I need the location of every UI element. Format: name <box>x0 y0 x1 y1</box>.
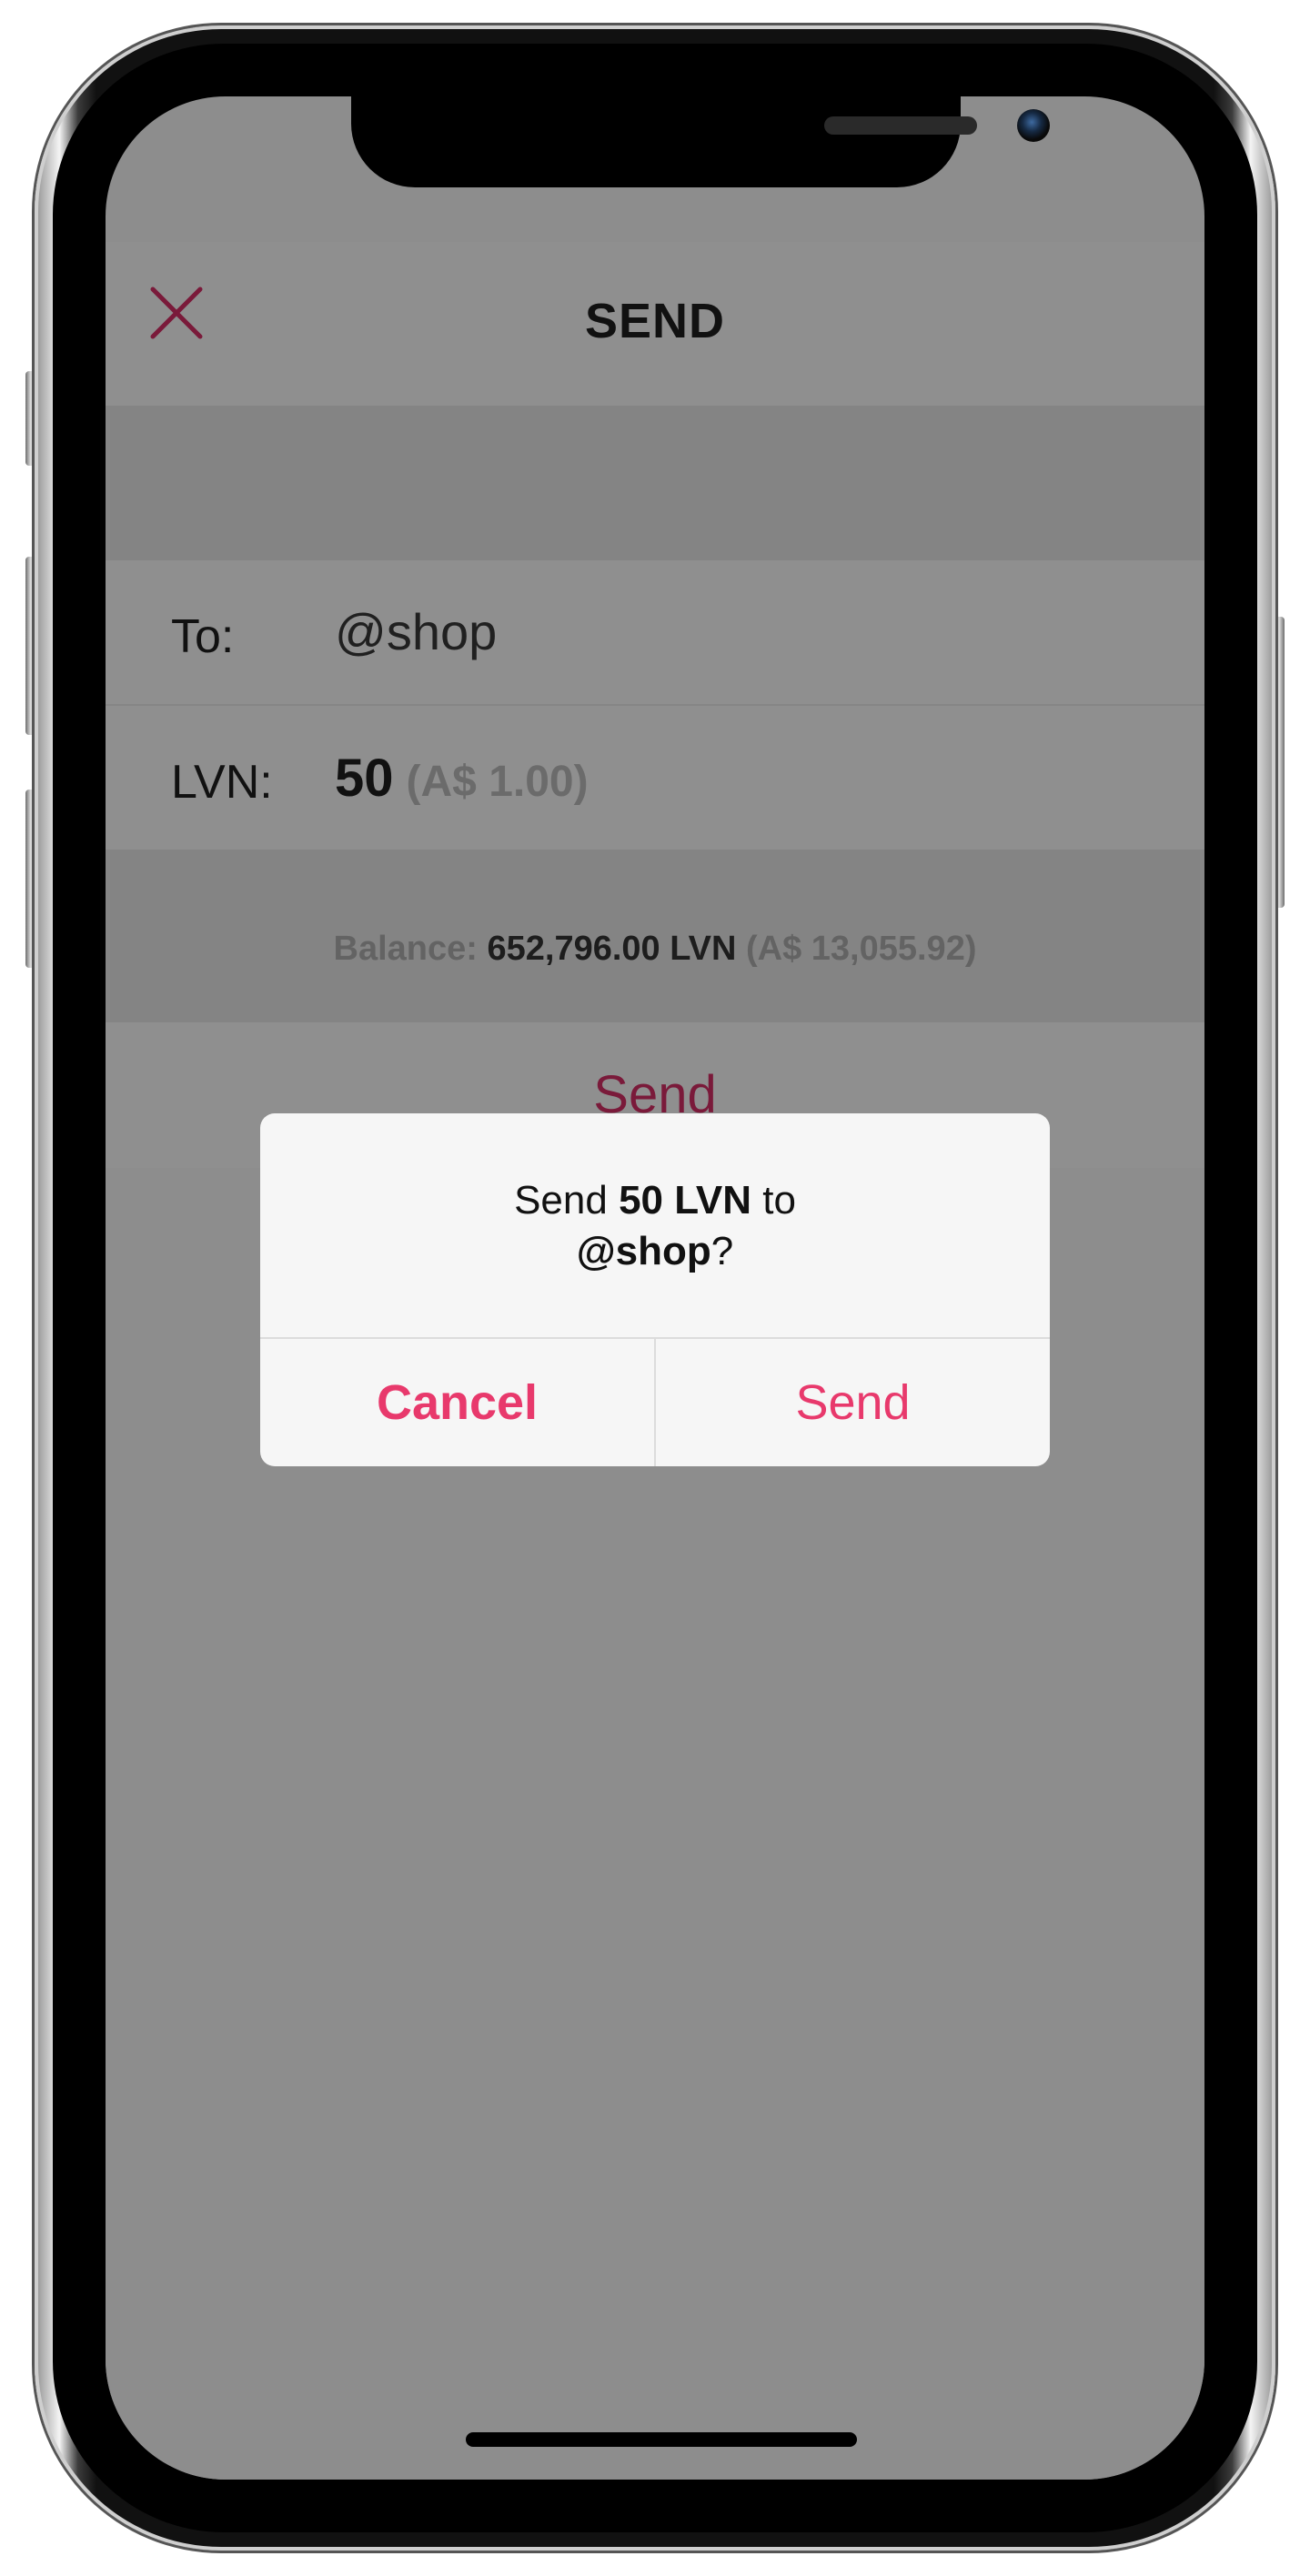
recipient-label: To: <box>171 610 235 663</box>
header-spacer <box>106 406 1204 560</box>
alert-prefix: Send <box>514 1178 608 1223</box>
recipient-field[interactable]: @shop <box>335 602 497 661</box>
page-title: SEND <box>584 294 726 348</box>
balance-amount: 652,796.00 LVN <box>487 930 737 968</box>
alert-middle: to <box>762 1178 796 1223</box>
notch <box>351 96 1050 187</box>
amount-value: 50 <box>335 749 394 808</box>
amount-field[interactable]: 50 (A$ 1.00) <box>335 748 589 809</box>
camera-icon <box>1017 109 1050 142</box>
balance-section: Balance: 652,796.00 LVN (A$ 13,055.92) <box>106 850 1204 1022</box>
confirm-alert: Send 50 LVN to @shop? Cancel Send <box>260 1113 1050 1466</box>
amount-fiat-value: (A$ 1.00) <box>406 758 589 806</box>
alert-cancel-button[interactable]: Cancel <box>260 1339 654 1466</box>
alert-recipient: @shop <box>576 1229 711 1273</box>
amount-row[interactable]: LVN: 50 (A$ 1.00) <box>106 706 1204 850</box>
balance-text: Balance: 652,796.00 LVN (A$ 13,055.92) <box>106 930 1204 969</box>
alert-message: Send 50 LVN to @shop? <box>297 1175 1013 1277</box>
recipient-row[interactable]: To: @shop <box>106 560 1204 704</box>
balance-label: Balance: <box>333 930 478 968</box>
speaker-grille <box>824 116 977 135</box>
home-indicator[interactable] <box>466 2432 857 2447</box>
navigation-bar: SEND <box>106 242 1204 406</box>
screen: SEND To: @shop LVN: 50 (A$ 1.00) Balance:… <box>106 96 1204 2480</box>
amount-label: LVN: <box>171 756 273 809</box>
device-mockup: SEND To: @shop LVN: 50 (A$ 1.00) Balance:… <box>0 0 1310 2576</box>
balance-fiat: (A$ 13,055.92) <box>745 930 977 968</box>
alert-send-button[interactable]: Send <box>656 1339 1050 1466</box>
alert-amount: 50 LVN <box>619 1178 751 1223</box>
alert-suffix: ? <box>710 1229 734 1273</box>
